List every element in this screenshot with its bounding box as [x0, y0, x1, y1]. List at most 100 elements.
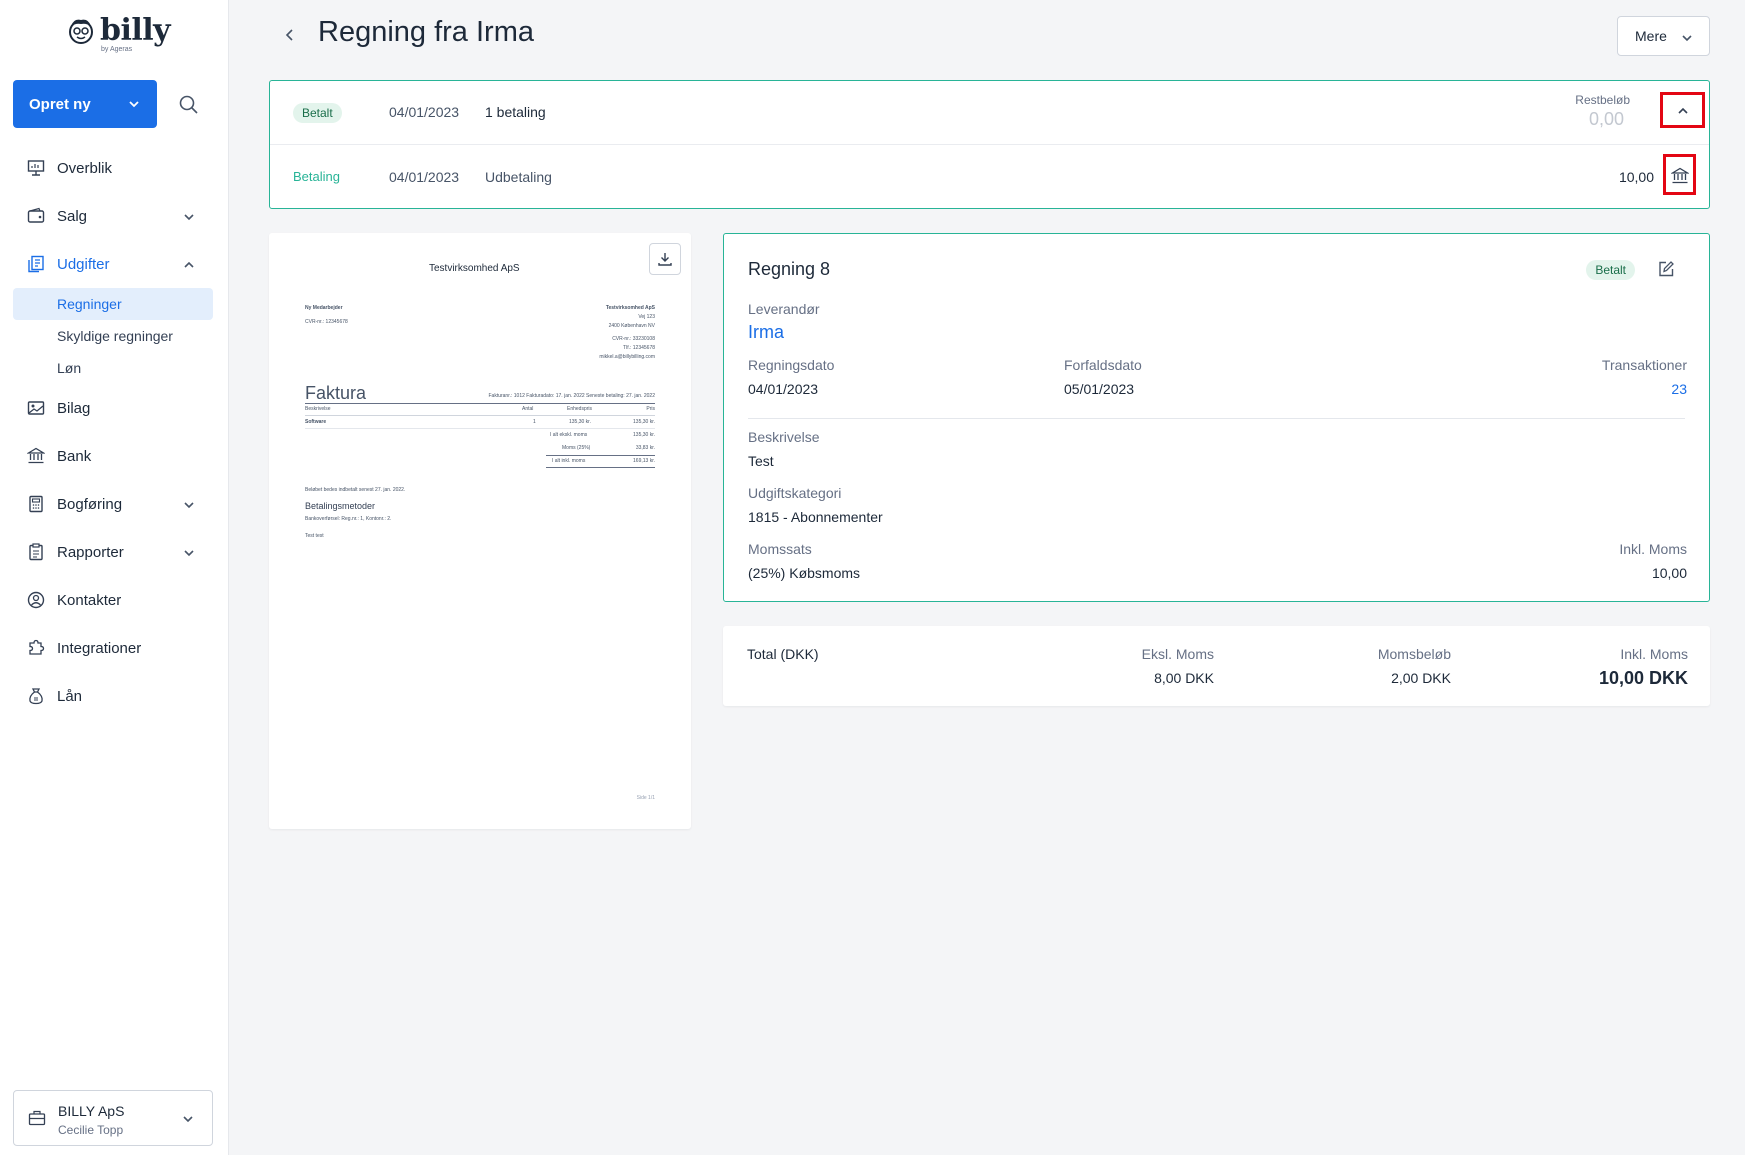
download-button[interactable]	[649, 243, 681, 275]
nav-label: Bilag	[57, 399, 91, 417]
payment-date: 04/01/2023	[389, 169, 460, 185]
doc-company: Testvirksomhed ApS	[429, 263, 520, 274]
bank-button-highlight[interactable]	[1663, 154, 1696, 195]
payment-summary-row: Betalt 04/01/2023 1 betaling Restbeløb 0…	[270, 81, 1709, 145]
doc-item-name: Software	[305, 419, 327, 425]
doc-sender-line: Testvirksomhed ApS	[605, 305, 655, 311]
vat-amount-value: 2,00 DKK	[1391, 670, 1451, 686]
create-new-label: Opret ny	[29, 95, 91, 113]
chevron-up-icon	[184, 261, 194, 268]
doc-col-description: Beskrivelse	[305, 406, 331, 412]
subnav-item-skyldige-regninger[interactable]: Skyldige regninger	[13, 320, 213, 352]
logo-subtext: by Ageras	[101, 46, 133, 53]
user-circle-icon	[27, 591, 45, 609]
doc-methods-title: Betalingsmetoder	[305, 501, 376, 511]
billy-logo[interactable]: billy by Ageras	[66, 13, 171, 53]
chevron-down-icon	[183, 1116, 193, 1123]
receipt-icon	[28, 255, 44, 273]
doc-payment-note: Beløbet bedes indbetalt senest 27. jan. …	[305, 487, 406, 493]
billy-mascot-icon	[69, 19, 93, 44]
bank-icon	[1671, 167, 1689, 184]
doc-rule	[305, 428, 655, 429]
company-switcher[interactable]: BILLY ApS Cecilie Topp	[13, 1090, 213, 1146]
nav-item-udgifter[interactable]: Udgifter	[13, 240, 213, 288]
edit-icon[interactable]	[1657, 260, 1675, 278]
nav-item-kontakter[interactable]: Kontakter	[13, 576, 213, 624]
nav-label: Bank	[57, 447, 92, 465]
subnav-item-regninger[interactable]: Regninger	[13, 288, 213, 320]
due-date-label: Forfaldsdato	[1064, 357, 1142, 373]
nav-label: Integrationer	[57, 639, 142, 657]
payment-date: 04/01/2023	[389, 104, 460, 120]
bill-date-label: Regningsdato	[748, 357, 835, 373]
incl-vat-value: 10,00	[1651, 565, 1687, 581]
doc-recipient: Ny Medarbejder	[305, 305, 343, 311]
chevron-down-icon	[184, 550, 194, 557]
chevron-down-icon	[184, 214, 194, 221]
doc-rule	[546, 455, 655, 456]
doc-recipient-cvr: CVR-nr.: 12345678	[305, 319, 348, 325]
divider	[748, 418, 1685, 419]
doc-rule	[305, 403, 655, 404]
payment-description: Udbetaling	[485, 169, 552, 185]
remaining-label: Restbeløb	[1575, 93, 1630, 107]
doc-total-value: 169,13 kr.	[633, 458, 655, 464]
incl-vat-label: Inkl. Moms	[1619, 541, 1687, 557]
doc-sender-line: CVR-nr.: 33230108	[612, 336, 655, 342]
bill-date: 04/01/2023	[748, 381, 819, 397]
payment-transaction-row[interactable]: Betaling 04/01/2023 Udbetaling 10,00	[270, 145, 1709, 209]
doc-total-label: Moms (25%)	[562, 445, 591, 451]
subnav-item-loen[interactable]: Løn	[13, 352, 213, 384]
logo-text: billy	[100, 13, 171, 48]
doc-page-number: Side 1/1	[636, 795, 655, 801]
nav-item-laan[interactable]: Lån	[13, 672, 213, 720]
total-label: Total (DKK)	[747, 646, 819, 662]
create-new-button[interactable]: Opret ny	[13, 80, 157, 128]
puzzle-icon	[29, 639, 45, 655]
doc-col-qty: Antal	[522, 406, 534, 412]
doc-meta: Fakturanr.: 1012 Fakturadato: 17. jan. 2…	[488, 393, 655, 399]
bank-icon	[27, 447, 45, 464]
supplier-link[interactable]: Irma	[748, 322, 784, 343]
more-button[interactable]: Mere	[1617, 16, 1710, 56]
document-preview[interactable]: Testvirksomhed ApS Ny Medarbejder CVR-nr…	[269, 233, 691, 829]
nav-item-overblik[interactable]: Overblik	[13, 144, 213, 192]
collapse-button-highlight[interactable]	[1660, 92, 1705, 128]
due-date: 05/01/2023	[1064, 381, 1135, 397]
incl-vat-label: Inkl. Moms	[1620, 646, 1688, 662]
chevron-up-icon	[1678, 107, 1688, 114]
chevron-down-icon	[1682, 35, 1692, 42]
nav-item-salg[interactable]: Salg	[13, 192, 213, 240]
status-badge: Betalt	[293, 103, 342, 123]
nav-label: Bogføring	[57, 495, 123, 513]
briefcase-icon	[28, 1110, 46, 1126]
description-value: Test	[748, 453, 774, 469]
back-arrow-icon[interactable]	[283, 28, 297, 42]
doc-sender-line: mikkel.a@billybilling.com	[599, 354, 655, 360]
doc-total-label: I alt inkl. moms	[552, 458, 586, 464]
doc-col-unit-price: Enhedspris	[567, 406, 593, 412]
nav-item-integrationer[interactable]: Integrationer	[13, 624, 213, 672]
doc-heading: Faktura	[305, 383, 367, 403]
search-icon[interactable]	[178, 94, 200, 116]
sidebar: billy by Ageras Opret ny Overblik Salg U…	[0, 0, 229, 1155]
doc-rule	[305, 415, 655, 416]
download-icon	[658, 253, 672, 266]
nav-label: Rapporter	[57, 543, 124, 561]
nav-item-bank[interactable]: Bank	[13, 432, 213, 480]
nav-label: Overblik	[57, 159, 113, 177]
chevron-down-icon	[184, 502, 194, 509]
doc-total-value: 135,30 kr.	[633, 432, 655, 438]
nav-label: Udgifter	[57, 255, 110, 273]
chart-board-icon	[27, 160, 45, 176]
transactions-link[interactable]: 23	[1671, 381, 1687, 397]
nav-item-rapporter[interactable]: Rapporter	[13, 528, 213, 576]
bill-details-card: Regning 8 Betalt Leverandør Irma Regning…	[723, 233, 1710, 602]
main-navigation: Overblik Salg Udgifter Regninger Skyldig…	[13, 144, 213, 720]
nav-item-bogfoering[interactable]: Bogføring	[13, 480, 213, 528]
user-name: Cecilie Topp	[58, 1123, 124, 1137]
nav-label: Salg	[57, 207, 88, 225]
totals-card: Total (DKK) Eksl. Moms 8,00 DKK Momsbelø…	[723, 626, 1710, 706]
bill-title: Regning 8	[748, 259, 831, 279]
nav-item-bilag[interactable]: Bilag	[13, 384, 213, 432]
